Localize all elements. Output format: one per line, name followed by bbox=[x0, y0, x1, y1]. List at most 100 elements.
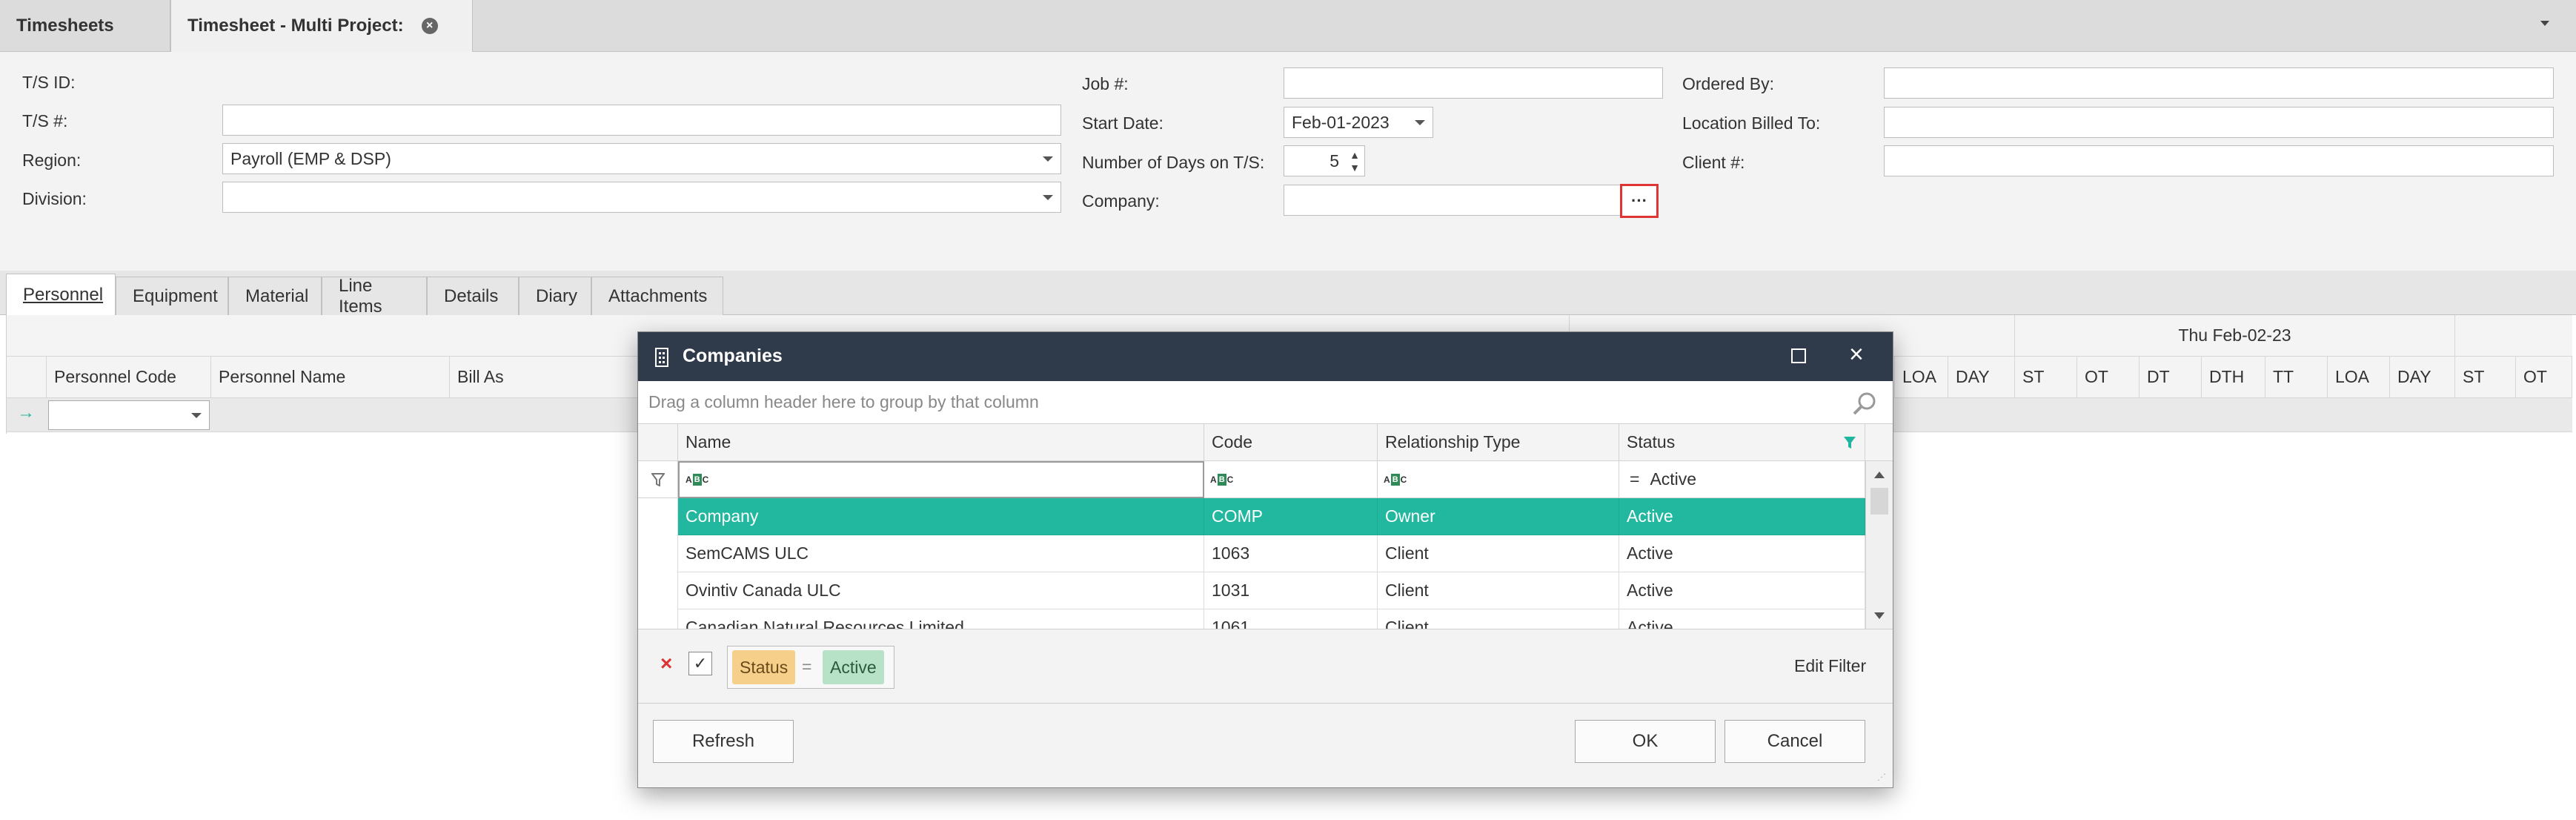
client-no-input[interactable] bbox=[1884, 145, 2554, 176]
edit-filter-link[interactable]: Edit Filter bbox=[1794, 656, 1866, 676]
tab-label: Equipment bbox=[133, 285, 218, 306]
tab-diary[interactable]: Diary bbox=[519, 277, 591, 315]
dialog-footer: Refresh OK Cancel ⋰ bbox=[638, 703, 1893, 787]
row-code[interactable]: 1061 bbox=[1204, 609, 1378, 629]
tab-attachments[interactable]: Attachments bbox=[591, 277, 723, 315]
resize-grip-icon[interactable]: ⋰ bbox=[1877, 772, 1886, 782]
row-status[interactable]: Active bbox=[1619, 498, 1865, 535]
days-value: 5 bbox=[1330, 151, 1339, 171]
refresh-button[interactable]: Refresh bbox=[653, 720, 794, 763]
col-day[interactable]: DAY bbox=[1948, 357, 2015, 398]
enable-filter-checkbox[interactable]: ✓ bbox=[688, 652, 712, 675]
tab-label: Timesheets bbox=[16, 16, 114, 36]
region-select[interactable]: Payroll (EMP & DSP) bbox=[222, 143, 1061, 174]
days-stepper[interactable]: 5 ▲ ▼ bbox=[1284, 145, 1365, 176]
row-name[interactable]: Company bbox=[678, 498, 1204, 535]
scroll-up-icon[interactable] bbox=[1874, 472, 1885, 478]
row-type[interactable]: Client bbox=[1378, 535, 1619, 572]
location-billed-input[interactable] bbox=[1884, 107, 2554, 138]
row-code[interactable]: COMP bbox=[1204, 498, 1378, 535]
col-dt[interactable]: DT bbox=[2140, 357, 2202, 398]
start-date-label: Start Date: bbox=[1082, 113, 1163, 133]
col-loa-2[interactable]: LOA bbox=[2328, 357, 2390, 398]
personnel-code-select[interactable] bbox=[48, 400, 210, 430]
filter-expression[interactable]: Status = Active bbox=[727, 646, 894, 689]
indicator-header bbox=[638, 424, 678, 461]
row-code[interactable]: 1063 bbox=[1204, 535, 1378, 572]
tab-equipment[interactable]: Equipment bbox=[116, 277, 228, 315]
col-name[interactable]: Name bbox=[678, 424, 1204, 461]
spin-up-icon[interactable]: ▲ bbox=[1350, 150, 1360, 160]
ok-button[interactable]: OK bbox=[1575, 720, 1716, 763]
company-input[interactable] bbox=[1284, 185, 1621, 216]
col-relationship-type[interactable]: Relationship Type bbox=[1378, 424, 1619, 461]
chevron-down-icon[interactable] bbox=[1043, 195, 1053, 200]
col-status[interactable]: Status bbox=[1619, 424, 1865, 461]
col-loa[interactable]: LOA bbox=[1895, 357, 1948, 398]
chevron-down-icon[interactable] bbox=[191, 413, 202, 418]
row-status[interactable]: Active bbox=[1619, 572, 1865, 609]
col-dth[interactable]: DTH bbox=[2202, 357, 2265, 398]
tab-material[interactable]: Material bbox=[228, 277, 322, 315]
ordered-by-input[interactable] bbox=[1884, 67, 2554, 99]
job-input[interactable] bbox=[1284, 67, 1663, 99]
chevron-down-icon[interactable] bbox=[1415, 120, 1425, 125]
maximize-icon[interactable] bbox=[1791, 348, 1806, 363]
col-personnel-code[interactable]: Personnel Code bbox=[47, 357, 211, 398]
group-by-panel[interactable]: Drag a column header here to group by th… bbox=[638, 381, 1893, 424]
scroll-thumb[interactable] bbox=[1870, 488, 1888, 515]
row-name[interactable]: SemCAMS ULC bbox=[678, 535, 1204, 572]
row-status[interactable]: Active bbox=[1619, 535, 1865, 572]
name-filter-input[interactable]: ABC bbox=[678, 461, 1204, 498]
type-filter-input[interactable]: ABC bbox=[1378, 461, 1619, 498]
row-indicators bbox=[638, 498, 678, 629]
code-filter-input[interactable]: ABC bbox=[1204, 461, 1378, 498]
region-value: Payroll (EMP & DSP) bbox=[230, 148, 391, 168]
client-no-label: Client #: bbox=[1682, 153, 1745, 172]
vertical-scrollbar[interactable] bbox=[1865, 461, 1893, 629]
chevron-down-icon[interactable] bbox=[1043, 156, 1053, 162]
col-code[interactable]: Code bbox=[1204, 424, 1378, 461]
col-personnel-name[interactable]: Personnel Name bbox=[211, 357, 450, 398]
col-day-2[interactable]: DAY bbox=[2390, 357, 2455, 398]
row-type[interactable]: Client bbox=[1378, 609, 1619, 629]
row-type[interactable]: Owner bbox=[1378, 498, 1619, 535]
row-code[interactable]: 1031 bbox=[1204, 572, 1378, 609]
ts-id-label: T/S ID: bbox=[22, 73, 76, 92]
col-ot-2[interactable]: OT bbox=[2516, 357, 2572, 398]
close-icon[interactable]: × bbox=[1849, 341, 1864, 368]
text-filter-icon: ABC bbox=[1384, 473, 1407, 486]
cancel-button[interactable]: Cancel bbox=[1724, 720, 1865, 763]
filter-active-icon[interactable] bbox=[1843, 436, 1856, 449]
status-filter-value: Active bbox=[1650, 469, 1697, 489]
row-status[interactable]: Active bbox=[1619, 609, 1865, 629]
row-type[interactable]: Client bbox=[1378, 572, 1619, 609]
col-ot[interactable]: OT bbox=[2077, 357, 2140, 398]
filter-panel: × ✓ Status = Active Edit Filter bbox=[638, 629, 1893, 703]
tab-timesheets[interactable]: Timesheets bbox=[0, 0, 170, 52]
tab-timesheet-multi-project[interactable]: Timesheet - Multi Project: × bbox=[170, 0, 473, 52]
ts-no-input[interactable] bbox=[222, 105, 1061, 136]
tab-overflow-chevron-icon[interactable] bbox=[2540, 21, 2549, 26]
division-select[interactable] bbox=[222, 182, 1061, 213]
search-icon[interactable] bbox=[1852, 391, 1877, 417]
tab-details[interactable]: Details bbox=[427, 277, 519, 315]
new-row-arrow-icon: → bbox=[17, 403, 35, 423]
scroll-down-icon[interactable] bbox=[1874, 612, 1885, 619]
company-lookup-button[interactable]: ··· bbox=[1620, 184, 1659, 218]
status-filter-input[interactable]: = Active bbox=[1619, 461, 1865, 498]
start-date-picker[interactable]: Feb-01-2023 bbox=[1284, 107, 1433, 138]
col-tt[interactable]: TT bbox=[2265, 357, 2328, 398]
close-tab-icon[interactable]: × bbox=[421, 18, 438, 34]
clear-filter-icon[interactable]: × bbox=[660, 652, 672, 675]
document-tab-bar: Timesheets Timesheet - Multi Project: × bbox=[0, 0, 2576, 52]
tab-personnel[interactable]: Personnel bbox=[6, 274, 116, 316]
filter-operator: = bbox=[802, 657, 812, 676]
row-name[interactable]: Canadian Natural Resources Limited bbox=[678, 609, 1204, 629]
spin-down-icon[interactable]: ▼ bbox=[1350, 162, 1360, 173]
col-st[interactable]: ST bbox=[2015, 357, 2077, 398]
col-st-2[interactable]: ST bbox=[2455, 357, 2516, 398]
tab-line-items[interactable]: Line Items bbox=[322, 276, 427, 317]
row-name[interactable]: Ovintiv Canada ULC bbox=[678, 572, 1204, 609]
col-bill-as[interactable]: Bill As bbox=[450, 357, 650, 398]
